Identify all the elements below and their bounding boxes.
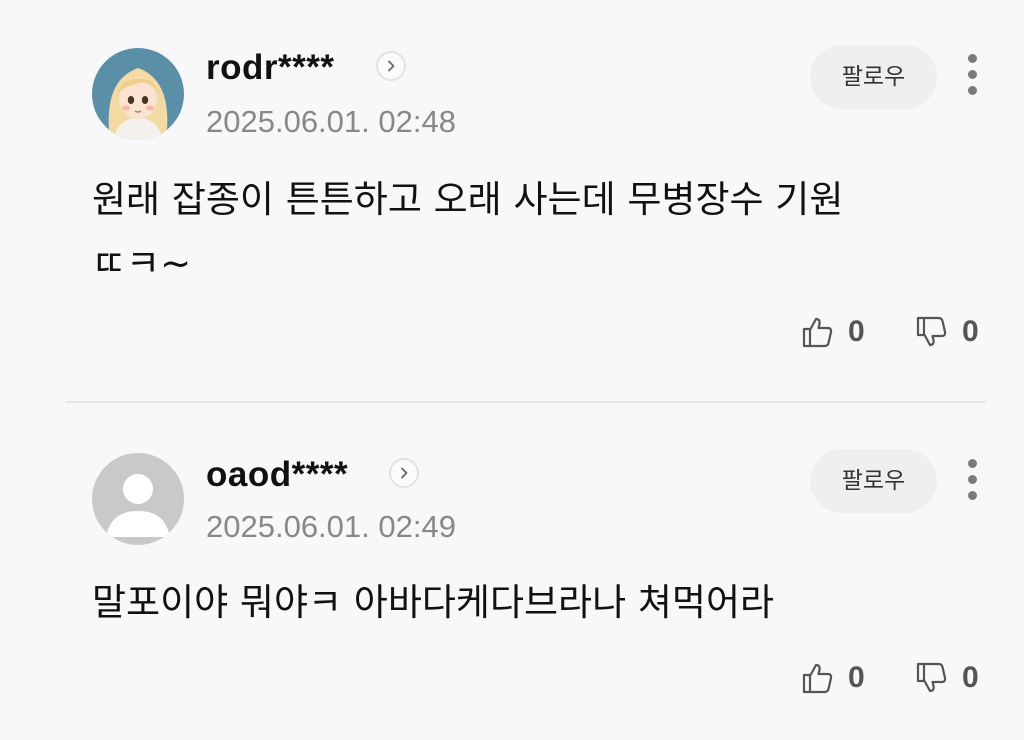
- comment-timestamp: 2025.06.01. 02:48: [206, 104, 456, 139]
- like-count: 0: [848, 315, 865, 348]
- thumbs-up-icon: [802, 317, 833, 348]
- illustrated-girl-avatar-icon: [92, 48, 184, 140]
- more-options-button[interactable]: [960, 457, 986, 503]
- more-dot-icon: [968, 86, 977, 95]
- comment-text: 말포이야 뭐야ㅋ 아바다케다브라나 쳐먹어라: [92, 581, 775, 624]
- default-person-avatar-icon: [92, 453, 184, 545]
- profile-chevron-button[interactable]: [376, 51, 406, 81]
- chevron-right-icon: [401, 467, 408, 479]
- avatar[interactable]: [92, 48, 184, 140]
- username[interactable]: rodr****: [206, 48, 334, 88]
- more-dot-icon: [968, 70, 977, 79]
- dislike-count: 0: [962, 661, 979, 694]
- comment-item: oaod**** 2025.06.01. 02:49 팔로우 말포이야 뭐야ㅋ …: [0, 403, 1024, 740]
- comment-text: 원래 잡종이 튼튼하고 오래 사는데 무병장수 기원 ㄸㅋ~: [92, 178, 844, 285]
- avatar[interactable]: [92, 453, 184, 545]
- reaction-bar: 0 0: [800, 656, 990, 700]
- like-count: 0: [848, 661, 865, 694]
- comment-timestamp: 2025.06.01. 02:49: [206, 509, 456, 544]
- more-dot-icon: [968, 459, 977, 468]
- chevron-right-icon: [388, 60, 395, 72]
- follow-button[interactable]: 팔로우: [810, 45, 937, 109]
- follow-button[interactable]: 팔로우: [810, 449, 937, 513]
- dislike-count: 0: [962, 315, 979, 348]
- reaction-bar: 0 0: [800, 310, 990, 354]
- thumbs-down-icon: [916, 662, 947, 693]
- username[interactable]: oaod****: [206, 455, 348, 495]
- more-dot-icon: [968, 491, 977, 500]
- more-dot-icon: [968, 54, 977, 63]
- comment-item: rodr**** 2025.06.01. 02:48 팔로우 원래 잡종이 튼튼…: [0, 0, 1024, 402]
- more-dot-icon: [968, 475, 977, 484]
- more-options-button[interactable]: [960, 52, 986, 98]
- profile-chevron-button[interactable]: [389, 458, 419, 488]
- thumbs-up-icon: [802, 663, 833, 694]
- thumbs-down-icon: [916, 316, 947, 347]
